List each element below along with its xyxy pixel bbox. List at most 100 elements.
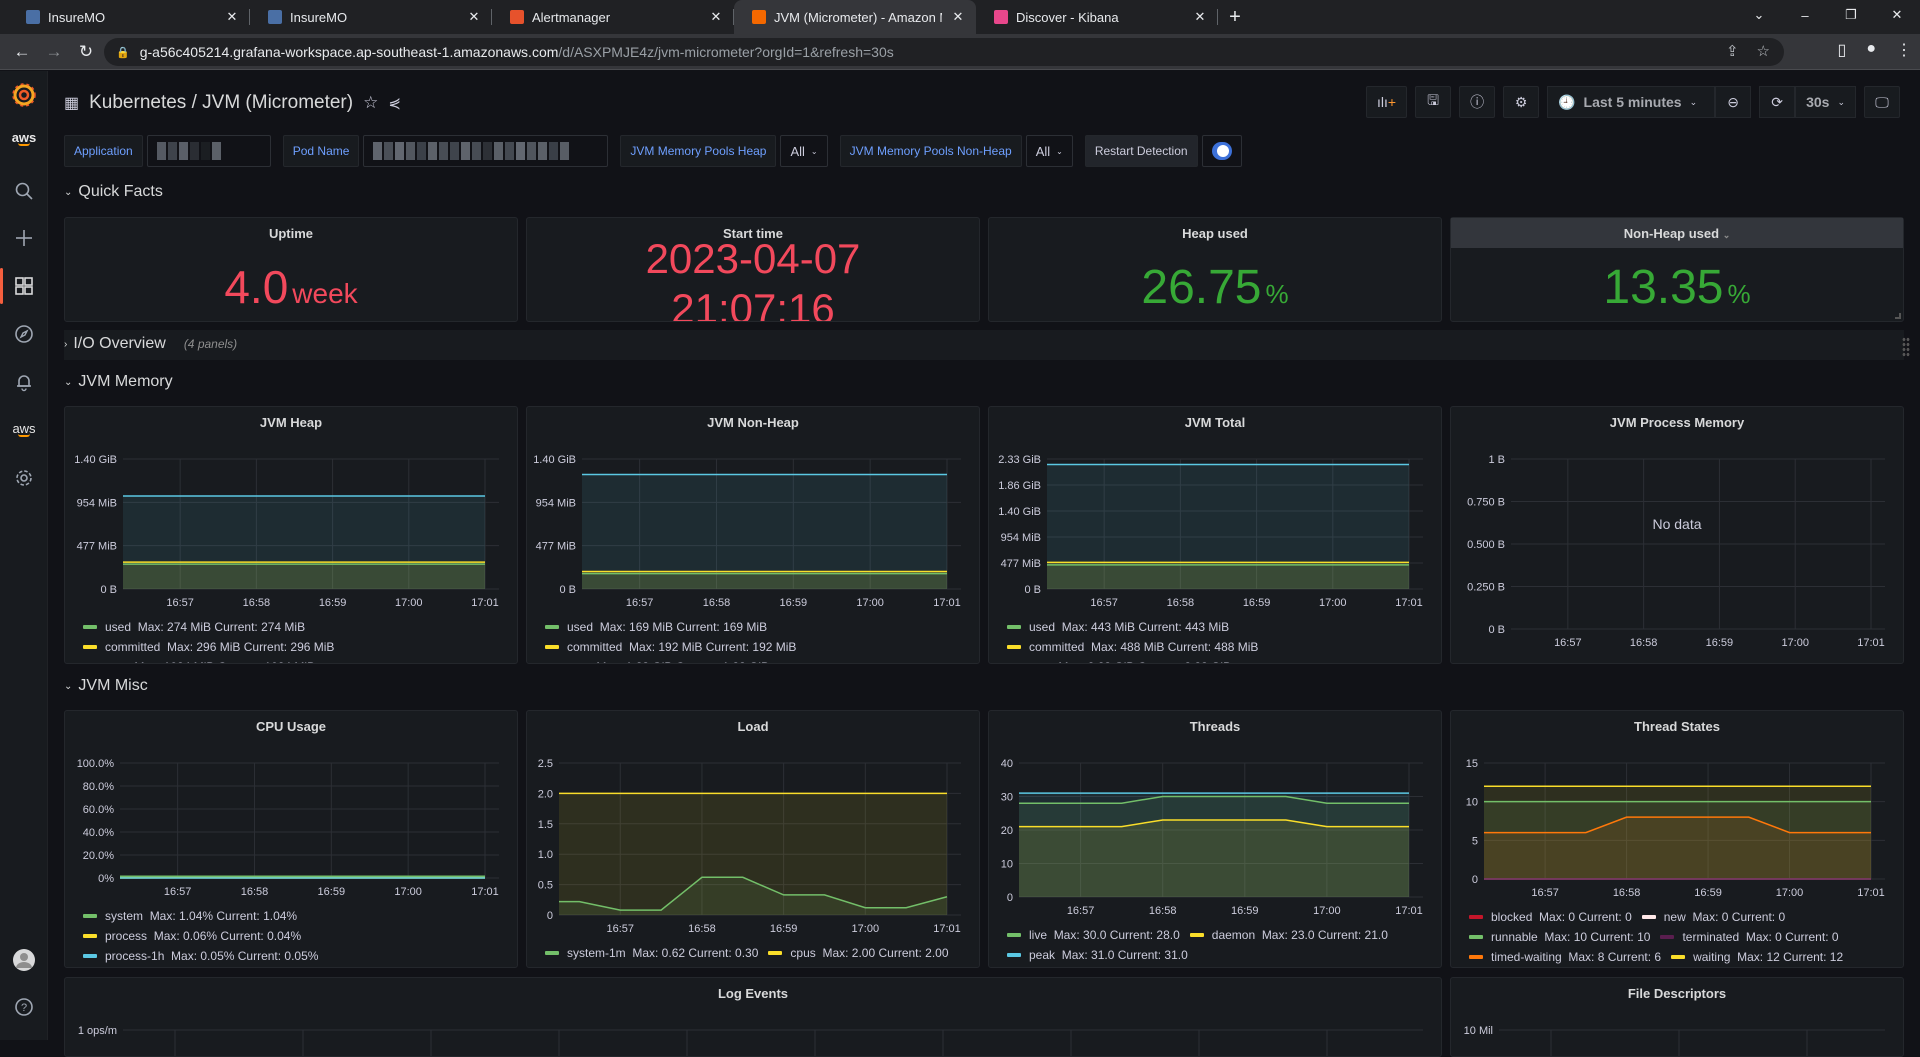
- explore-compass-icon[interactable]: [0, 322, 48, 346]
- legend-item-max[interactable]: max Max: 1024 MiB Current: 1024 MiB: [83, 658, 315, 664]
- series-area-used: [123, 564, 485, 589]
- dashboard-breadcrumb[interactable]: Kubernetes / JVM (Micrometer): [89, 92, 353, 114]
- legend-item-timed-waiting[interactable]: timed-waiting Max: 8 Current: 6: [1469, 948, 1661, 966]
- bookmark-star-icon[interactable]: ☆: [1757, 42, 1770, 60]
- zoom-out-button[interactable]: ⊖: [1715, 86, 1751, 118]
- save-dashboard-button[interactable]: 🖫: [1415, 86, 1451, 118]
- reload-icon[interactable]: ↻: [70, 42, 102, 62]
- legend-series-name: cpus: [790, 944, 815, 962]
- y-tick-label: 2.33 GiB: [998, 454, 1041, 466]
- side-panel-icon[interactable]: ▯: [1838, 40, 1847, 60]
- close-tab-icon[interactable]: ✕: [950, 9, 966, 25]
- refresh-button[interactable]: ⟳: [1759, 86, 1795, 118]
- legend-item-runnable[interactable]: runnable Max: 10 Current: 10: [1469, 928, 1650, 946]
- row-io-overview-bar[interactable]: [64, 330, 1904, 360]
- row-jvm-memory[interactable]: ⌄JVM Memory: [64, 373, 173, 391]
- refresh-interval-picker[interactable]: 30s⌄: [1795, 86, 1856, 118]
- chart-legend: used Max: 169 MiB Current: 169 MiB commit…: [545, 616, 806, 664]
- new-tab-button[interactable]: +: [1218, 0, 1252, 34]
- aws-logo-icon[interactable]: aws: [0, 127, 48, 151]
- close-tab-icon[interactable]: ✕: [1192, 9, 1208, 25]
- legend-item-committed[interactable]: committed Max: 488 MiB Current: 488 MiB: [1007, 638, 1258, 656]
- help-icon[interactable]: ?: [0, 995, 48, 1019]
- legend-item-used[interactable]: used Max: 274 MiB Current: 274 MiB: [83, 618, 305, 636]
- toggle-switch[interactable]: [1212, 142, 1232, 160]
- share-dashboard-icon[interactable]: ⋞: [388, 94, 401, 112]
- restore-icon[interactable]: ❐: [1828, 0, 1874, 30]
- search-icon[interactable]: [0, 179, 48, 203]
- legend-item-used[interactable]: used Max: 169 MiB Current: 169 MiB: [545, 618, 767, 636]
- insuremo-icon: [26, 10, 40, 24]
- star-icon[interactable]: ☆: [363, 93, 378, 113]
- tab-title: InsureMO: [290, 10, 458, 25]
- legend-item-max[interactable]: max Max: 2.23 GiB Current: 2.23 GiB: [1007, 658, 1231, 664]
- row-quick-facts[interactable]: ⌄Quick Facts: [64, 183, 163, 201]
- grafana-logo-icon[interactable]: [0, 83, 48, 107]
- legend-stats: Max: 2.23 GiB Current: 2.23 GiB: [1058, 658, 1231, 664]
- legend-item-used[interactable]: used Max: 443 MiB Current: 443 MiB: [1007, 618, 1229, 636]
- legend-item-waiting[interactable]: waiting Max: 12 Current: 12: [1671, 948, 1843, 966]
- user-avatar-icon[interactable]: [0, 948, 48, 972]
- alerting-bell-icon[interactable]: [0, 370, 48, 394]
- menu-icon[interactable]: ⋮: [1896, 40, 1912, 60]
- row-drag-handle[interactable]: [1902, 337, 1910, 357]
- share-icon[interactable]: ⇪: [1726, 42, 1739, 60]
- close-tab-icon[interactable]: ✕: [708, 9, 724, 25]
- browser-tab[interactable]: InsureMO✕: [8, 0, 250, 34]
- legend-series-name: new: [1664, 908, 1686, 926]
- tab-search-icon[interactable]: ⌄: [1736, 0, 1782, 30]
- legend-item-terminated[interactable]: terminated Max: 0 Current: 0: [1660, 928, 1838, 946]
- legend-item-live[interactable]: live Max: 30.0 Current: 28.0: [1007, 926, 1180, 944]
- heap-used-value: 26.75%: [989, 260, 1441, 315]
- legend-item-new[interactable]: new Max: 0 Current: 0: [1642, 908, 1785, 926]
- legend-item-process[interactable]: process Max: 0.06% Current: 0.04%: [83, 927, 301, 945]
- x-tick-label: 16:58: [1630, 637, 1658, 649]
- row-jvm-misc[interactable]: ⌄JVM Misc: [64, 677, 148, 695]
- profile-icon[interactable]: ●: [1866, 40, 1876, 60]
- forward-icon[interactable]: →: [38, 42, 70, 62]
- legend-item-max[interactable]: max Max: 1.23 GiB Current: 1.23 GiB: [545, 658, 769, 664]
- row-io-overview[interactable]: ›I/O Overview(4 panels): [64, 335, 237, 353]
- y-tick-label: 1.86 GiB: [998, 480, 1041, 492]
- legend-item-peak[interactable]: peak Max: 31.0 Current: 31.0: [1007, 946, 1188, 964]
- kiosk-mode-button[interactable]: 🖵: [1864, 86, 1900, 118]
- dashboard-info-button[interactable]: ⓘ: [1459, 86, 1495, 118]
- minimize-icon[interactable]: –: [1782, 0, 1828, 30]
- time-range-picker[interactable]: 🕘Last 5 minutes⌄: [1547, 86, 1715, 118]
- var-select-application[interactable]: [147, 135, 271, 167]
- close-tab-icon[interactable]: ✕: [224, 9, 240, 25]
- restart-detection-toggle[interactable]: [1202, 135, 1242, 167]
- browser-tab[interactable]: InsureMO ✕: [250, 0, 492, 34]
- var-select-pod-name[interactable]: [363, 135, 608, 167]
- dashboard-settings-button[interactable]: ⚙: [1503, 86, 1539, 118]
- configuration-gear-icon[interactable]: [0, 466, 48, 490]
- url-host: g-a56c405214.grafana-workspace.ap-southe…: [140, 44, 559, 60]
- browser-tab[interactable]: Discover - Kibana✕: [976, 0, 1218, 34]
- var-select-jvm-memory-pools-nonheap[interactable]: All⌄: [1026, 135, 1073, 167]
- legend-item-cpus[interactable]: cpus Max: 2.00 Current: 2.00: [768, 944, 948, 962]
- panel-title[interactable]: Non-Heap used ⌄: [1451, 226, 1903, 241]
- browser-tab[interactable]: Alertmanager✕: [492, 0, 734, 34]
- back-icon[interactable]: ←: [6, 42, 38, 62]
- create-plus-icon[interactable]: [0, 226, 48, 250]
- legend-item-committed[interactable]: committed Max: 296 MiB Current: 296 MiB: [83, 638, 334, 656]
- dashboards-icon[interactable]: [0, 274, 48, 298]
- url-input[interactable]: 🔒 g-a56c405214.grafana-workspace.ap-sout…: [104, 38, 1784, 66]
- legend-item-system[interactable]: system Max: 1.04% Current: 1.04%: [83, 907, 297, 925]
- close-tab-icon[interactable]: ✕: [466, 9, 482, 25]
- panel-resize-handle[interactable]: [1895, 313, 1901, 319]
- var-select-jvm-memory-pools-heap[interactable]: All⌄: [780, 135, 827, 167]
- add-panel-button[interactable]: ılı+: [1366, 86, 1407, 118]
- legend-item-blocked[interactable]: blocked Max: 0 Current: 0: [1469, 908, 1632, 926]
- legend-item-process-1h[interactable]: process-1h Max: 0.05% Current: 0.05%: [83, 947, 318, 965]
- legend-item-system-1m[interactable]: system-1m Max: 0.62 Current: 0.30: [545, 944, 758, 962]
- browser-tab[interactable]: JVM (Micrometer) - Amazon M✕: [734, 0, 976, 34]
- y-tick-label: 1.40 GiB: [533, 454, 576, 466]
- close-window-icon[interactable]: ✕: [1874, 0, 1920, 30]
- aws-services-icon[interactable]: aws: [0, 418, 48, 442]
- legend-color-swatch: [1007, 625, 1021, 629]
- legend-series-name: committed: [567, 638, 622, 656]
- chart-legend: system-1m Max: 0.62 Current: 0.30 cpus Ma…: [545, 942, 959, 962]
- legend-item-daemon[interactable]: daemon Max: 23.0 Current: 21.0: [1190, 926, 1388, 944]
- legend-item-committed[interactable]: committed Max: 192 MiB Current: 192 MiB: [545, 638, 796, 656]
